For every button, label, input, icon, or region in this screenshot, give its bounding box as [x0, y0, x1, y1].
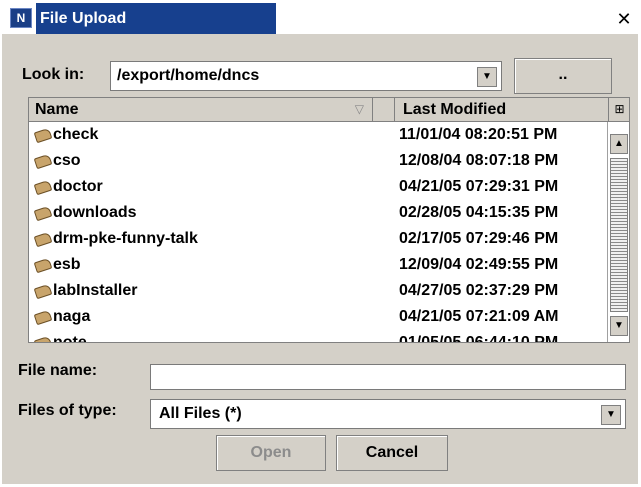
file-modified: 11/01/04 08:20:51 PM	[399, 126, 558, 143]
folder-icon	[33, 153, 53, 170]
file-modified: 04/21/05 07:21:09 AM	[399, 308, 559, 325]
list-item[interactable]: labInstaller 04/27/05 02:37:29 PM	[29, 278, 607, 304]
folder-icon	[33, 179, 53, 196]
cancel-button[interactable]: Cancel	[336, 435, 448, 471]
column-settings-icon[interactable]: ⊞	[609, 98, 629, 122]
column-header-spacer	[373, 98, 395, 122]
file-name: drm-pke-funny-talk	[53, 230, 198, 247]
file-name-label: File name:	[18, 362, 98, 379]
up-folder-button[interactable]: ..	[514, 58, 612, 94]
chevron-down-icon[interactable]: ▼	[601, 405, 621, 425]
list-item[interactable]: note 01/05/05 06:44:10 PM	[29, 330, 607, 343]
window-title: File Upload	[36, 3, 276, 34]
file-name: labInstaller	[53, 282, 138, 299]
file-list: Name ▽ Last Modified ⊞ check 11/01/04 08…	[28, 97, 630, 343]
look-in-path: /export/home/dncs	[117, 67, 260, 84]
file-name: note	[53, 334, 87, 343]
file-modified: 12/09/04 02:49:55 PM	[399, 256, 559, 273]
file-type-selected: All Files (*)	[159, 405, 242, 422]
list-item[interactable]: naga 04/21/05 07:21:09 AM	[29, 304, 607, 330]
file-type-dropdown[interactable]: All Files (*) ▼	[150, 399, 626, 429]
chevron-down-icon[interactable]: ▼	[477, 67, 497, 87]
folder-icon	[33, 205, 53, 222]
list-item[interactable]: esb 12/09/04 02:49:55 PM	[29, 252, 607, 278]
list-item[interactable]: downloads 02/28/05 04:15:35 PM	[29, 200, 607, 226]
file-name: check	[53, 126, 99, 143]
scrollbar-thumb[interactable]	[610, 158, 628, 312]
file-modified: 04/27/05 02:37:29 PM	[399, 282, 559, 299]
file-modified: 01/05/05 06:44:10 PM	[399, 334, 559, 343]
file-upload-dialog: N File Upload ✕ Look in: /export/home/dn…	[2, 3, 638, 484]
column-header-last-modified-label: Last Modified	[403, 101, 507, 118]
file-name: downloads	[53, 204, 137, 221]
file-type-label: Files of type:	[18, 402, 117, 419]
list-item[interactable]: drm-pke-funny-talk 02/17/05 07:29:46 PM	[29, 226, 607, 252]
look-in-dropdown[interactable]: /export/home/dncs ▼	[110, 61, 502, 91]
folder-icon	[33, 127, 53, 144]
file-name: naga	[53, 308, 91, 325]
close-icon[interactable]: ✕	[614, 9, 634, 29]
file-list-rows: check 11/01/04 08:20:51 PM cso 12/08/04 …	[29, 122, 607, 343]
look-in-label: Look in:	[22, 66, 85, 83]
scroll-up-icon[interactable]: ▲	[610, 134, 628, 154]
column-header-name[interactable]: Name ▽	[29, 98, 373, 122]
folder-icon	[33, 231, 53, 248]
list-item[interactable]: doctor 04/21/05 07:29:31 PM	[29, 174, 607, 200]
folder-icon	[33, 283, 53, 300]
list-item[interactable]: check 11/01/04 08:20:51 PM	[29, 122, 607, 148]
file-modified: 12/08/04 08:07:18 PM	[399, 152, 559, 169]
file-modified: 02/28/05 04:15:35 PM	[399, 204, 559, 221]
file-name: doctor	[53, 178, 103, 195]
app-icon: N	[10, 8, 32, 28]
file-modified: 04/21/05 07:29:31 PM	[399, 178, 559, 195]
file-name: esb	[53, 256, 81, 273]
title-bar: N File Upload ✕	[2, 3, 638, 34]
column-header-name-label: Name	[35, 101, 79, 118]
folder-icon	[33, 309, 53, 326]
column-header-last-modified[interactable]: Last Modified	[395, 98, 609, 122]
file-name-field[interactable]	[150, 364, 626, 390]
folder-icon	[33, 257, 53, 274]
file-name: cso	[53, 152, 81, 169]
list-item[interactable]: cso 12/08/04 08:07:18 PM	[29, 148, 607, 174]
open-button[interactable]: Open	[216, 435, 326, 471]
folder-icon	[33, 335, 53, 342]
file-modified: 02/17/05 07:29:46 PM	[399, 230, 559, 247]
vertical-scrollbar[interactable]: ▲ ▼	[607, 122, 629, 342]
scroll-down-icon[interactable]: ▼	[610, 316, 628, 336]
sort-icon: ▽	[354, 102, 364, 116]
